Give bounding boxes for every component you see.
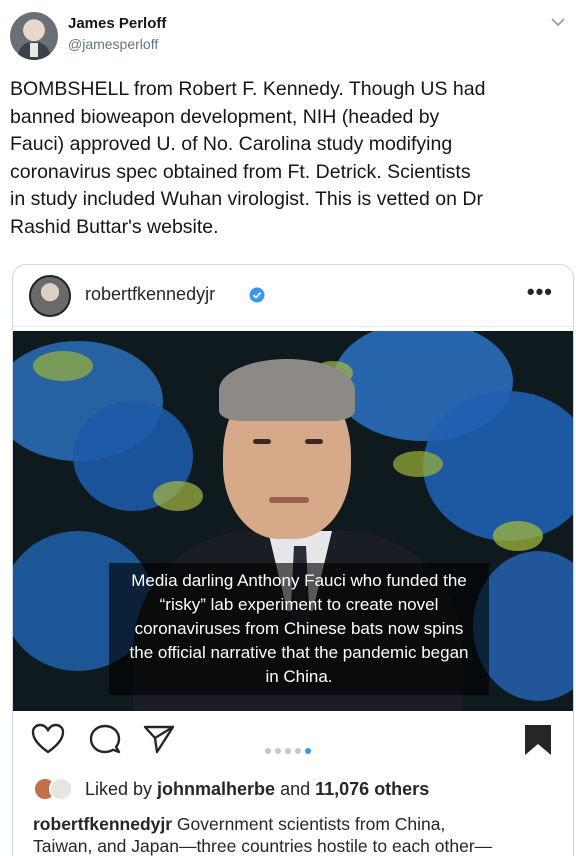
likes-count: 11,076 others — [315, 779, 430, 799]
heart-icon — [31, 723, 65, 754]
liker-username: johnmalherbe — [157, 779, 276, 799]
overlay-caption-line: coronaviruses from Chinese bats now spin… — [134, 619, 464, 638]
liker-avatars — [33, 777, 79, 801]
carousel-dot — [295, 748, 301, 754]
tweet-text-line: BOMBSHELL from Robert F. Kennedy. Though… — [10, 78, 486, 100]
likes-conjunction: and — [275, 779, 316, 799]
tweet-header: James Perloff @jamesperloff — [0, 0, 576, 70]
carousel-dot — [265, 748, 271, 754]
post-photo: Media darling Anthony Fauci who funded t… — [13, 331, 573, 711]
caption-username: robertfkennedyjr — [33, 814, 173, 834]
likes-prefix: Liked by — [85, 779, 158, 799]
overlay-caption-line: Media darling Anthony Fauci who funded t… — [131, 571, 467, 590]
instagram-username: robertfkennedyjr — [85, 284, 216, 304]
overlay-caption-line: “risky” lab experiment to create novel — [159, 595, 439, 614]
share-icon — [143, 725, 175, 754]
liker-avatar — [49, 777, 73, 801]
tweet-text-line: Fauci) approved U. of No. Carolina study… — [10, 133, 453, 155]
comment-icon — [89, 724, 121, 754]
post-caption: robertfkennedyjr Government scientists f… — [33, 813, 553, 856]
likes-text: Liked by johnmalherbe and 11,076 others — [85, 779, 429, 800]
instagram-avatar — [29, 275, 71, 317]
tweet-text-line: in study included Wuhan virologist. This… — [10, 188, 483, 210]
overlay-caption-line: the official narrative that the pandemic… — [129, 643, 469, 662]
overlay-caption-line: in China. — [265, 667, 333, 686]
chevron-down-icon[interactable] — [550, 14, 566, 30]
carousel-dot-active — [305, 748, 311, 754]
caption-text-line: Government scientists from China, — [172, 814, 446, 834]
instagram-post-header: robertfkennedyjr ••• — [13, 265, 573, 327]
tweet-text-line: Rashid Buttar's website. — [10, 215, 219, 238]
author-display-name[interactable]: James Perloff — [68, 15, 166, 32]
more-options-icon: ••• — [526, 279, 553, 304]
carousel-dot — [285, 748, 291, 754]
tweet-text-line: coronavirus spec obtained from Ft. Detri… — [10, 160, 471, 183]
tweet-text-line: banned bioweapon development, NIH (heade… — [10, 105, 440, 128]
image-overlay-caption: Media darling Anthony Fauci who funded t… — [109, 563, 489, 695]
author-handle[interactable]: @jamesperloff — [68, 36, 158, 52]
tweet-text: BOMBSHELL from Robert F. Kennedy. Though… — [10, 76, 570, 241]
post-action-bar — [13, 713, 573, 767]
bookmark-icon — [525, 725, 551, 755]
embedded-image[interactable]: robertfkennedyjr ••• Media darling Antho… — [12, 264, 574, 856]
caption-text-line: Taiwan, and Japan—three countries hostil… — [33, 836, 493, 856]
carousel-indicator — [263, 741, 313, 759]
author-avatar[interactable] — [10, 12, 58, 60]
verified-badge-icon — [249, 287, 265, 303]
carousel-dot — [275, 748, 281, 754]
